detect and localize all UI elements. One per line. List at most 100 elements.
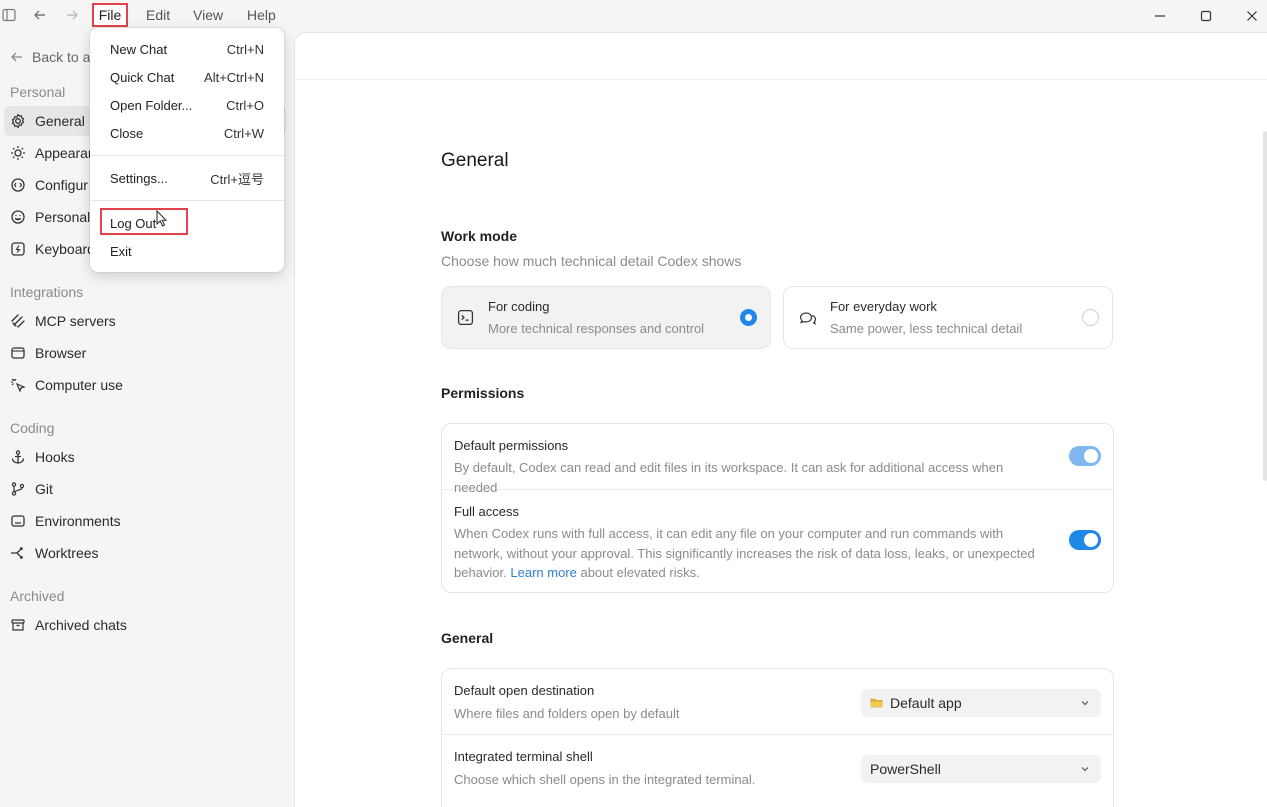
default-permissions-toggle[interactable] [1069, 446, 1101, 466]
setting-desc: Where files and folders open by default [454, 706, 680, 721]
terminal-icon [457, 309, 474, 326]
sidebar-item-worktrees[interactable]: Worktrees [4, 538, 286, 568]
radio-everyday[interactable] [1082, 309, 1099, 326]
full-access-toggle[interactable] [1069, 530, 1101, 550]
maximize-icon[interactable] [1196, 6, 1216, 26]
sidebar-item-computer-use[interactable]: Computer use [4, 370, 286, 400]
scrollbar[interactable] [1263, 131, 1267, 481]
section-label-archived: Archived [10, 588, 65, 604]
menu-item-open-folder[interactable]: Open Folder... Ctrl+O [110, 94, 264, 116]
general-heading: General [441, 630, 494, 646]
permission-row-default: Default permissions By default, Codex ca… [442, 424, 1113, 495]
back-to-app-link[interactable]: Back to a [10, 49, 90, 65]
sidebar-item-label: General [35, 113, 85, 129]
sidebar-item-hooks[interactable]: Hooks [4, 442, 286, 472]
open-destination-select[interactable]: Default app [861, 689, 1101, 717]
cursor-icon [11, 378, 26, 393]
close-icon[interactable] [1242, 6, 1262, 26]
sidebar-item-mcp-servers[interactable]: MCP servers [4, 306, 286, 336]
sidebar-item-label: Git [35, 481, 53, 497]
gear-icon [11, 113, 25, 129]
menu-item-label: New Chat [110, 41, 168, 57]
sidebar-item-label: Archived chats [35, 617, 127, 633]
sidebar-item-label: Environments [35, 513, 121, 529]
sun-icon [11, 146, 25, 160]
full-access-desc-tail: about elevated risks. [576, 565, 700, 580]
radio-coding[interactable] [740, 309, 757, 326]
menu-separator [90, 155, 284, 156]
menu-item-quick-chat[interactable]: Quick Chat Alt+Ctrl+N [110, 66, 264, 88]
sidebar-item-label: Hooks [35, 449, 75, 465]
forward-arrow-icon[interactable] [63, 6, 81, 24]
sidebar-toggle-icon[interactable] [0, 6, 18, 24]
setting-title: Integrated terminal shell [454, 749, 593, 764]
menu-item-shortcut: Alt+Ctrl+N [204, 69, 264, 85]
archive-icon [11, 619, 25, 631]
sidebar-item-label: Browser [35, 345, 87, 361]
work-mode-heading: Work mode [441, 228, 517, 244]
sidebar-item-label: Keyboard [35, 241, 95, 257]
menu-item-label: Quick Chat [110, 69, 175, 85]
mode-option-desc: More technical responses and control [488, 321, 705, 336]
minimize-icon[interactable] [1150, 6, 1170, 26]
setting-row-terminal-shell: Integrated terminal shell Choose which s… [442, 735, 1113, 801]
mode-option-title: For coding [488, 299, 550, 314]
terminal-shell-select[interactable]: PowerShell [861, 755, 1101, 783]
menu-item-shortcut: Ctrl+逗号 [210, 171, 264, 187]
menu-item-settings[interactable]: Settings... Ctrl+逗号 [110, 167, 264, 189]
setting-desc: Choose which shell opens in the integrat… [454, 772, 756, 787]
setting-title: Default open destination [454, 683, 595, 698]
sidebar-item-archived-chats[interactable]: Archived chats [4, 610, 286, 640]
mcp-icon [11, 314, 25, 328]
chat-bubbles-icon [799, 312, 817, 325]
menu-edit[interactable]: Edit [146, 7, 170, 23]
section-label-personal: Personal [10, 84, 66, 100]
header-divider [295, 79, 1267, 80]
sidebar-item-label: Appearan [35, 145, 96, 161]
sidebar-item-environments[interactable]: Environments [4, 506, 286, 536]
permission-row-full-access: Full access When Codex runs with full ac… [442, 490, 1113, 592]
file-menu-dropdown: New Chat Ctrl+N Quick Chat Alt+Ctrl+N Op… [90, 28, 284, 272]
back-link-label: Back to a [32, 49, 91, 65]
menu-item-label: Settings... [110, 170, 168, 186]
folder-icon [870, 698, 883, 708]
menu-item-shortcut: Ctrl+O [226, 97, 264, 113]
sidebar-item-label: MCP servers [35, 313, 116, 329]
browser-icon [11, 347, 25, 359]
sidebar-item-label: Personali [35, 209, 94, 225]
sidebar-item-label: Computer use [35, 377, 123, 393]
menu-item-close[interactable]: Close Ctrl+W [110, 122, 264, 144]
mode-option-coding[interactable]: For coding More technical responses and … [441, 286, 771, 349]
menu-help[interactable]: Help [247, 7, 276, 23]
personalize-icon [11, 210, 25, 224]
permission-title: Full access [454, 504, 520, 519]
setting-row-open-destination: Default open destination Where files and… [442, 669, 1113, 735]
menu-item-exit[interactable]: Exit [110, 240, 264, 262]
menu-file[interactable]: File [92, 3, 128, 27]
menu-item-label: Exit [110, 243, 132, 259]
sidebar-item-label: Worktrees [35, 545, 99, 561]
settings-main-panel: General Work mode Choose how much techni… [294, 32, 1267, 807]
back-arrow-icon[interactable] [31, 6, 49, 24]
menu-separator [90, 200, 284, 201]
menu-item-shortcut: Ctrl+W [223, 125, 264, 141]
chevron-down-icon [1081, 767, 1089, 772]
permission-title: Default permissions [454, 438, 569, 453]
sidebar-item-browser[interactable]: Browser [4, 338, 286, 368]
permissions-heading: Permissions [441, 385, 525, 401]
mode-option-title: For everyday work [830, 299, 937, 314]
mode-option-everyday[interactable]: For everyday work Same power, less techn… [783, 286, 1113, 349]
section-label-coding: Coding [10, 420, 55, 436]
git-icon [11, 482, 25, 496]
chevron-down-icon [1081, 701, 1089, 706]
menu-item-new-chat[interactable]: New Chat Ctrl+N [110, 38, 264, 60]
mode-option-desc: Same power, less technical detail [830, 321, 1023, 336]
select-value: Default app [890, 695, 962, 711]
menu-item-label: Open Folder... [110, 97, 193, 113]
page-title: General [441, 150, 509, 171]
menu-view[interactable]: View [193, 7, 223, 23]
back-arrow-icon [11, 52, 22, 62]
menu-item-shortcut: Ctrl+N [226, 41, 264, 57]
learn-more-link[interactable]: Learn more [510, 565, 576, 580]
sidebar-item-git[interactable]: Git [4, 474, 286, 504]
